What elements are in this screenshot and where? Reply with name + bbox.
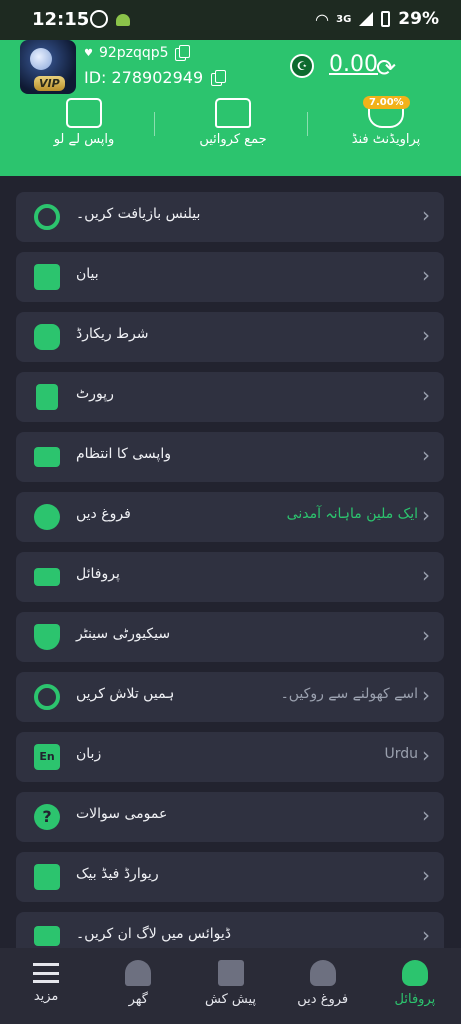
bet-record-icon <box>34 324 60 350</box>
feedback-icon <box>34 864 60 890</box>
language-icon: En <box>34 744 60 770</box>
menu-icon <box>33 963 60 983</box>
nav-more[interactable]: مزید <box>0 948 92 1024</box>
chevron-right-icon: › <box>422 383 430 407</box>
android-icon <box>116 14 130 26</box>
chevron-right-icon: › <box>422 563 430 587</box>
username: 92pzqqp5 <box>98 45 169 61</box>
nav-home[interactable]: گھر <box>92 948 184 1024</box>
menu-item-find-us[interactable]: ہمیں تلاش کریں اسے کھولنے سے روکیں۔ › <box>16 672 444 722</box>
refresh-icon[interactable]: ⟳ <box>376 54 396 82</box>
menu-item-language[interactable]: En زبان Urdu › <box>16 732 444 782</box>
vip-badge: VIP <box>34 76 65 91</box>
shield-icon <box>34 624 60 650</box>
heart-icon: ♥ <box>84 47 93 59</box>
header-actions: واپس لے لو جمع کروائیں پراویڈنٹ فنڈ 7.00… <box>0 96 461 172</box>
chevron-right-icon: › <box>422 803 430 827</box>
chevron-right-icon: › <box>422 623 430 647</box>
user-id: ID: 278902949 <box>84 68 204 87</box>
device-login-icon <box>34 926 60 946</box>
status-time: 12:15 <box>32 9 90 30</box>
chevron-right-icon: › <box>422 743 430 767</box>
gift-icon <box>217 960 244 986</box>
promote-icon <box>34 504 60 530</box>
deposit-button[interactable]: جمع کروائیں <box>163 98 303 147</box>
menu-item-report[interactable]: رپورٹ › <box>16 372 444 422</box>
chevron-right-icon: › <box>422 683 430 707</box>
balance-amount[interactable]: 0.00 <box>329 52 378 77</box>
menu-item-faq[interactable]: ? عمومی سوالات › <box>16 792 444 842</box>
promote-nav-icon <box>309 960 336 986</box>
network-type: 3G <box>336 13 352 25</box>
menu-item-feedback[interactable]: ریوارڈ فیڈ بیک › <box>16 852 444 902</box>
battery-level: 29% <box>398 9 439 29</box>
find-us-icon <box>34 684 60 710</box>
menu-item-statement[interactable]: بیان › <box>16 252 444 302</box>
profile-icon <box>401 960 428 986</box>
whatsapp-icon <box>90 10 108 28</box>
menu-item-security-center[interactable]: سیکیورٹی سینٹر › <box>16 612 444 662</box>
chevron-right-icon: › <box>422 863 430 887</box>
home-icon <box>125 960 152 986</box>
nav-profile[interactable]: پروفائل <box>369 948 461 1024</box>
withdraw-button[interactable]: واپس لے لو <box>14 98 154 147</box>
copy-id-icon[interactable] <box>211 69 227 86</box>
profile-card-icon <box>34 568 60 586</box>
faq-icon: ? <box>34 804 60 830</box>
wallet-icon <box>215 98 251 128</box>
moon-image <box>30 48 52 70</box>
chevron-right-icon: › <box>422 263 430 287</box>
pakistan-flag-icon[interactable]: ☪ <box>290 54 314 78</box>
nav-promote[interactable]: فروغ دیں <box>277 948 369 1024</box>
username-row: ♥ 92pzqqp5 <box>84 45 190 61</box>
balance-recover-icon <box>34 204 60 230</box>
chevron-right-icon: › <box>422 323 430 347</box>
copy-username-icon[interactable] <box>174 45 190 61</box>
chevron-right-icon: › <box>422 443 430 467</box>
chevron-right-icon: › <box>422 203 430 227</box>
user-id-row: ID: 278902949 <box>84 68 227 87</box>
menu-item-bet-record[interactable]: شرط ریکارڈ › <box>16 312 444 362</box>
provident-fund-rate-badge: 7.00% <box>363 96 410 109</box>
chevron-right-icon: › <box>422 503 430 527</box>
nav-offers[interactable]: پیش کش <box>184 948 276 1024</box>
menu-item-promote[interactable]: فروغ دیں ایک ملین ماہانہ آمدنی › <box>16 492 444 542</box>
wifi-icon: ◠ <box>315 9 329 29</box>
withdraw-manage-icon <box>34 447 60 467</box>
status-bar: 12:15 ◠ 3G 29% <box>0 0 461 40</box>
withdraw-icon <box>66 98 102 128</box>
menu-item-withdraw-manage[interactable]: واپسی کا انتظام › <box>16 432 444 482</box>
avatar[interactable]: VIP <box>20 40 76 94</box>
bottom-nav: مزید گھر پیش کش فروغ دیں پروفائل <box>0 948 461 1024</box>
battery-icon <box>381 11 391 27</box>
account-header: VIP ♥ 92pzqqp5 ID: 278902949 ☪ 0.00 ⟳ وا… <box>0 40 461 176</box>
menu-item-balance-recover[interactable]: بیلنس بازیافت کریں۔ › <box>16 192 444 242</box>
signal-icon <box>359 12 374 26</box>
report-icon <box>36 384 58 410</box>
chevron-right-icon: › <box>422 923 430 947</box>
menu-item-profile[interactable]: پروفائل › <box>16 552 444 602</box>
statement-icon <box>34 264 60 290</box>
